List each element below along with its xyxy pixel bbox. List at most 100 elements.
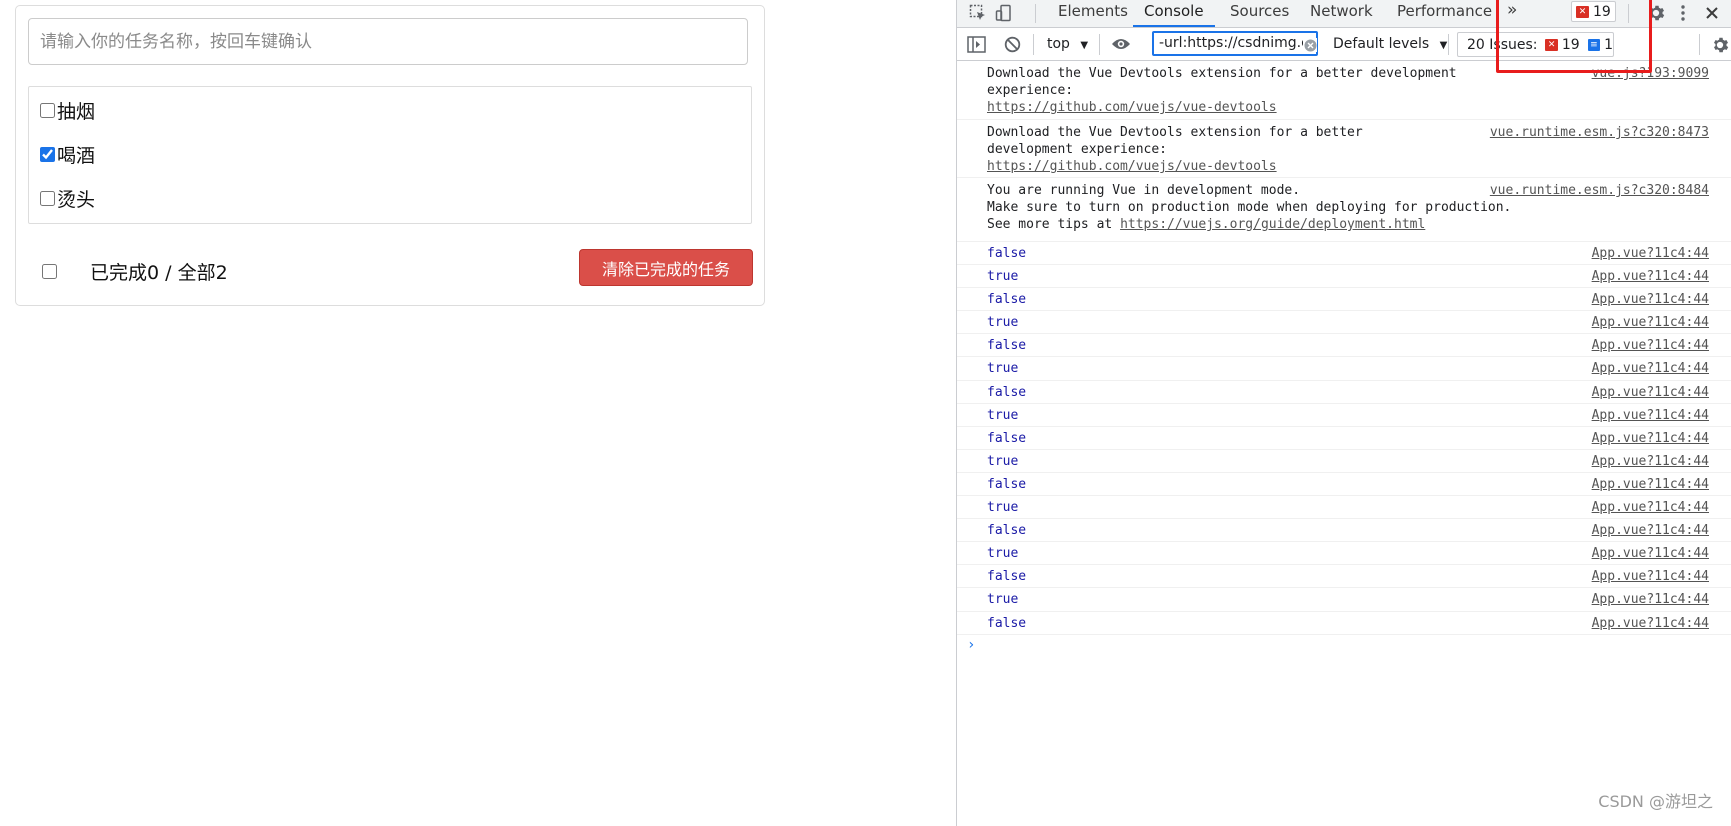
message-link[interactable]: https://github.com/vuejs/vue-devtools bbox=[987, 159, 1277, 174]
console-log-row: true App.vue?11c4:44 bbox=[957, 496, 1731, 520]
console-log-row: false App.vue?11c4:44 bbox=[957, 473, 1731, 497]
console-settings-gear-icon[interactable] bbox=[1709, 34, 1731, 56]
source-link[interactable]: App.vue?11c4:44 bbox=[1592, 476, 1709, 494]
source-link[interactable]: App.vue?11c4:44 bbox=[1592, 568, 1709, 586]
live-expression-eye-icon[interactable] bbox=[1109, 33, 1133, 55]
message-text: See more tips at bbox=[987, 217, 1121, 232]
tab-elements[interactable]: Elements bbox=[1058, 0, 1128, 27]
log-value: false bbox=[987, 384, 1027, 400]
source-link[interactable]: App.vue?11c4:44 bbox=[1592, 407, 1709, 425]
source-link[interactable]: App.vue?11c4:44 bbox=[1592, 522, 1709, 540]
console-log-row: true App.vue?11c4:44 bbox=[957, 311, 1731, 335]
log-value: true bbox=[987, 269, 1019, 285]
source-link[interactable]: App.vue?11c4:44 bbox=[1592, 360, 1709, 378]
console-log-row: true App.vue?11c4:44 bbox=[957, 588, 1731, 612]
source-link[interactable]: App.vue?11c4:44 bbox=[1592, 384, 1709, 402]
message-text: experience: bbox=[987, 83, 1074, 98]
console-log-row: true App.vue?11c4:44 bbox=[957, 357, 1731, 381]
source-link[interactable]: App.vue?11c4:44 bbox=[1592, 591, 1709, 609]
clear-filter-icon[interactable] bbox=[1303, 38, 1317, 52]
source-link[interactable]: App.vue?11c4:44 bbox=[1592, 268, 1709, 286]
task-checkbox[interactable] bbox=[40, 146, 55, 162]
source-link[interactable]: App.vue?11c4:44 bbox=[1592, 499, 1709, 517]
source-link[interactable]: App.vue?11c4:44 bbox=[1592, 314, 1709, 332]
console-log-row: false App.vue?11c4:44 bbox=[957, 612, 1731, 635]
sidebar-toggle-icon[interactable] bbox=[965, 33, 987, 55]
source-link[interactable]: App.vue?11c4:44 bbox=[1592, 545, 1709, 563]
console-output: Download the Vue Devtools extension for … bbox=[957, 61, 1731, 653]
log-value: false bbox=[987, 476, 1027, 492]
log-value: false bbox=[987, 569, 1027, 585]
highlight-annotation-box bbox=[1496, 0, 1652, 73]
task-name-input[interactable] bbox=[28, 18, 748, 65]
context-selector[interactable]: top ▼ bbox=[1047, 34, 1088, 55]
message-link-line: https://github.com/vuejs/vue-devtools bbox=[987, 99, 1277, 117]
todo-app: 抽烟喝酒烫头 已完成0 / 全部2 清除已完成的任务 bbox=[15, 5, 765, 306]
console-log-row: false App.vue?11c4:44 bbox=[957, 288, 1731, 312]
console-message: Download the Vue Devtools extension for … bbox=[957, 120, 1731, 178]
console-log-row: false App.vue?11c4:44 bbox=[957, 242, 1731, 266]
log-value: false bbox=[987, 523, 1027, 539]
task-checkbox[interactable] bbox=[40, 102, 55, 118]
message-text: Make sure to turn on production mode whe… bbox=[987, 200, 1512, 215]
devtools-panel: Elements Console Sources Network Perform… bbox=[956, 0, 1731, 826]
clear-completed-button[interactable]: 清除已完成的任务 bbox=[579, 249, 753, 286]
tab-performance[interactable]: Performance bbox=[1397, 0, 1492, 27]
console-log-row: false App.vue?11c4:44 bbox=[957, 519, 1731, 543]
device-toolbar-icon[interactable] bbox=[993, 3, 1015, 23]
task-checkbox[interactable] bbox=[40, 190, 55, 206]
close-devtools-icon[interactable] bbox=[1701, 2, 1723, 24]
source-link[interactable]: App.vue?11c4:44 bbox=[1592, 291, 1709, 309]
console-log-row: false App.vue?11c4:44 bbox=[957, 334, 1731, 358]
inspect-element-icon[interactable] bbox=[967, 3, 989, 23]
message-link-line: https://github.com/vuejs/vue-devtools bbox=[987, 158, 1277, 176]
log-value: true bbox=[987, 453, 1019, 469]
tab-sources[interactable]: Sources bbox=[1230, 0, 1289, 27]
message-text: development experience: bbox=[987, 142, 1168, 157]
console-filter-input[interactable]: -url:https://csdnimg.cn bbox=[1152, 31, 1318, 56]
message-link[interactable]: https://vuejs.org/guide/deployment.html bbox=[1120, 217, 1425, 232]
source-link[interactable]: App.vue?11c4:44 bbox=[1592, 337, 1709, 355]
select-all-checkbox[interactable] bbox=[42, 264, 57, 279]
log-value: true bbox=[987, 546, 1019, 562]
log-levels-dropdown[interactable]: Default levels ▼ bbox=[1333, 34, 1447, 55]
console-prompt-icon[interactable]: › bbox=[967, 637, 1731, 653]
task-label: 烫头 bbox=[57, 188, 96, 211]
task-item[interactable]: 喝酒 bbox=[40, 139, 95, 169]
message-text: You are running Vue in development mode. bbox=[987, 183, 1301, 198]
message-link[interactable]: https://github.com/vuejs/vue-devtools bbox=[987, 100, 1277, 115]
source-link[interactable]: vue.runtime.esm.js?c320:8484 bbox=[1490, 182, 1709, 200]
log-value: true bbox=[987, 500, 1019, 516]
more-options-icon[interactable] bbox=[1675, 2, 1691, 24]
source-link[interactable]: App.vue?11c4:44 bbox=[1592, 453, 1709, 471]
log-value: false bbox=[987, 292, 1027, 308]
source-link[interactable]: App.vue?11c4:44 bbox=[1592, 430, 1709, 448]
console-log-row: false App.vue?11c4:44 bbox=[957, 427, 1731, 450]
log-value: true bbox=[987, 361, 1019, 377]
dropdown-arrow-icon: ▼ bbox=[1080, 40, 1089, 51]
task-item[interactable]: 抽烟 bbox=[40, 95, 95, 125]
console-log-row: true App.vue?11c4:44 bbox=[957, 404, 1731, 427]
log-value: false bbox=[987, 338, 1027, 354]
completion-summary: 已完成0 / 全部2 bbox=[90, 262, 228, 284]
tab-network[interactable]: Network bbox=[1310, 0, 1373, 27]
task-item[interactable]: 烫头 bbox=[40, 183, 95, 213]
log-value: false bbox=[987, 430, 1027, 446]
source-link[interactable]: App.vue?11c4:44 bbox=[1592, 615, 1709, 633]
clear-console-icon[interactable] bbox=[1001, 33, 1023, 55]
log-value: true bbox=[987, 407, 1019, 423]
console-message: You are running Vue in development mode.… bbox=[957, 178, 1731, 242]
log-value: false bbox=[987, 246, 1027, 261]
message-text: Download the Vue Devtools extension for … bbox=[987, 125, 1363, 140]
dropdown-arrow-icon: ▼ bbox=[1439, 40, 1448, 51]
console-log-row: true App.vue?11c4:44 bbox=[957, 265, 1731, 289]
log-value: true bbox=[987, 592, 1019, 608]
console-log-row: true App.vue?11c4:44 bbox=[957, 450, 1731, 473]
message-link-line: See more tips at https://vuejs.org/guide… bbox=[987, 216, 1425, 234]
tab-console[interactable]: Console bbox=[1133, 0, 1215, 27]
source-link[interactable]: vue.runtime.esm.js?c320:8473 bbox=[1490, 124, 1709, 142]
task-label: 喝酒 bbox=[57, 144, 96, 167]
source-link[interactable]: App.vue?11c4:44 bbox=[1592, 245, 1709, 263]
task-label: 抽烟 bbox=[57, 100, 96, 123]
task-list: 抽烟 喝酒 烫头 bbox=[28, 86, 752, 224]
